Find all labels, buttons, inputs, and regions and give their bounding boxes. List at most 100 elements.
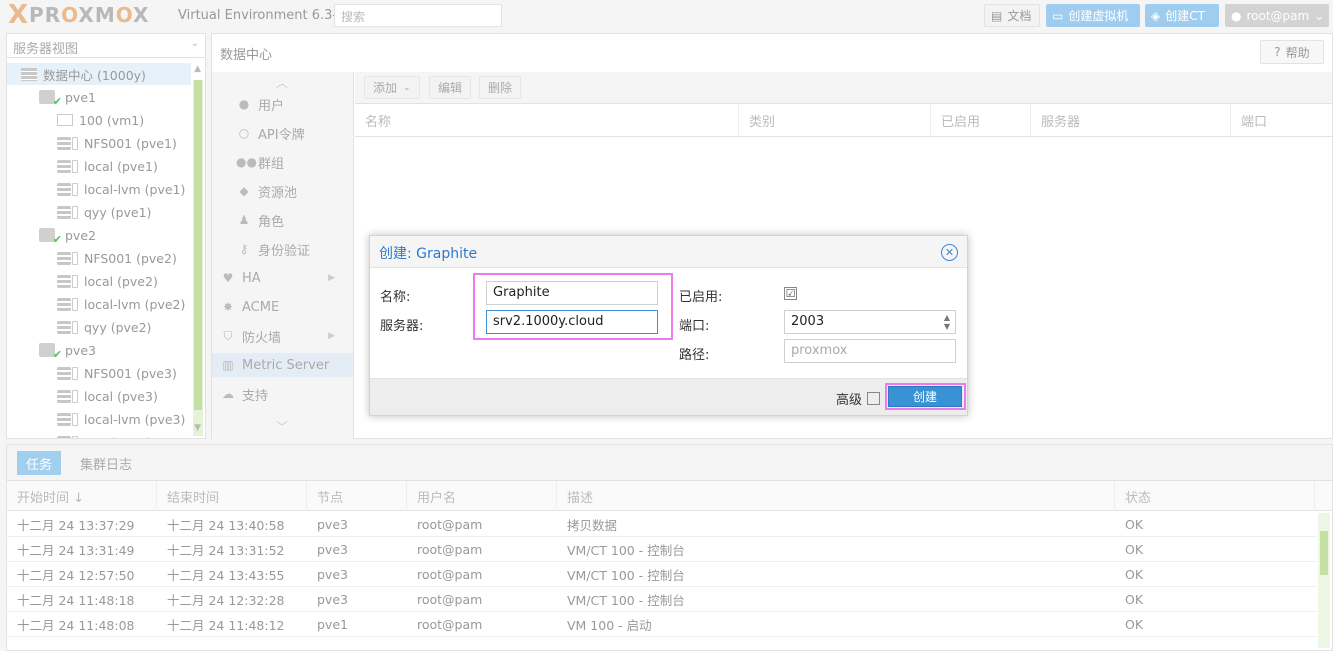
nav-item[interactable]: ○ API令牌 (212, 121, 353, 145)
cell-start: 十二月 24 13:37:29 (17, 518, 135, 533)
tree-item-storage[interactable]: qyy (pve2) (7, 316, 151, 338)
table-row[interactable]: 十二月 24 11:48:18 十二月 24 12:32:28 pve3 root@p… (7, 587, 1317, 612)
nav-item[interactable]: ● 用户 (212, 92, 353, 116)
tree-item-storage[interactable]: local-lvm (pve1) (7, 178, 185, 200)
scroll-down-icon[interactable]: ▼ (194, 423, 201, 433)
tree-item-label: pve1 (65, 89, 96, 105)
nav-item[interactable]: ●● 群组 (212, 150, 353, 174)
tree-item-label: local-lvm (pve1) (84, 181, 186, 197)
tree-item-storage[interactable]: local-lvm (pve3) (7, 408, 185, 430)
nav-item-label: 身份验证 (258, 243, 311, 259)
database-icon (57, 182, 71, 196)
nav-item[interactable]: ✸ ACME (212, 295, 353, 319)
nav-item[interactable]: ☁ 支持 (212, 382, 353, 406)
tree-item-storage[interactable]: NFS001 (pve2) (7, 247, 177, 269)
create-vm-button[interactable]: ▭ 创建虚拟机 (1046, 4, 1140, 27)
tree-item-storage[interactable]: local (pve3) (7, 385, 158, 407)
advanced-label: 高级 (836, 393, 863, 408)
port-stepper[interactable]: 2003 ▲ ▼ (784, 310, 956, 334)
cell-user: root@pam (417, 542, 483, 557)
nav-item-label: 防火墙 (242, 330, 282, 346)
tree-scrollbar[interactable] (193, 80, 203, 436)
nav-scroll-up-icon[interactable]: ︿ (276, 74, 288, 91)
delete-button[interactable]: 删除 (479, 76, 522, 99)
tree-item-node[interactable]: pve1 (7, 86, 96, 108)
docs-button[interactable]: ▤ 文档 (984, 4, 1040, 27)
cell-node: pve3 (317, 517, 348, 532)
server-label: 服务器: (380, 319, 424, 334)
comments-icon: ☁ (222, 387, 234, 401)
cell-status: OK (1125, 542, 1144, 557)
column-header[interactable]: 开始时间 ↓ (7, 481, 157, 511)
tree-item-storage[interactable]: qyy (pve3) (7, 431, 151, 438)
tree-item-datacenter[interactable]: 数据中心 (1000y) (7, 63, 191, 85)
tree-scroll-thumb[interactable] (194, 80, 202, 410)
tree-item-storage[interactable]: NFS001 (pve1) (7, 132, 177, 154)
tree-item-storage[interactable]: local (pve2) (7, 270, 158, 292)
tree-item-storage[interactable]: qyy (pve1) (7, 201, 151, 223)
tab-cluster-log[interactable]: 集群日志 (71, 451, 141, 475)
user-icon: ● (238, 97, 250, 111)
close-icon[interactable]: ✕ (941, 244, 958, 261)
cell-user: root@pam (417, 592, 483, 607)
nav-item[interactable]: ♥ HA ▶ (212, 266, 353, 290)
tree-item-node[interactable]: pve3 (7, 339, 96, 361)
nav-item-label: 群组 (258, 156, 285, 172)
column-header[interactable]: 端口 (1231, 104, 1331, 137)
nav-item[interactable]: ▥ Metric Server (212, 353, 353, 377)
tree-item-vm[interactable]: 100 (vm1) (7, 109, 144, 131)
tree-item-label: NFS001 (pve3) (84, 365, 177, 381)
column-header[interactable]: 已启用 (931, 104, 1031, 137)
column-header[interactable]: 服务器 (1031, 104, 1231, 137)
column-header[interactable]: 结束时间 (157, 481, 307, 511)
chevron-right-icon: ▶ (328, 273, 335, 283)
table-row[interactable]: 十二月 24 13:31:49 十二月 24 13:31:52 pve3 root@p… (7, 537, 1317, 562)
table-row[interactable]: 十二月 24 11:48:08 十二月 24 11:48:12 pve1 root@p… (7, 612, 1317, 637)
add-button[interactable]: 添加 ⌄ (364, 76, 420, 99)
nav-item[interactable]: ◆ 资源池 (212, 179, 353, 203)
column-header[interactable]: 类别 (739, 104, 931, 137)
cell-user: root@pam (417, 567, 483, 582)
bar-chart-icon: ▥ (222, 358, 234, 372)
name-label: 名称: (380, 290, 411, 305)
enabled-label: 已启用: (679, 290, 723, 305)
search-input[interactable]: 搜索 (334, 4, 502, 27)
tree-item-storage[interactable]: local (pve1) (7, 155, 158, 177)
tree-item-storage[interactable]: local-lvm (pve2) (7, 293, 185, 315)
tree-item-storage[interactable]: NFS001 (pve3) (7, 362, 177, 384)
cell-start: 十二月 24 12:57:50 (17, 568, 135, 583)
help-button[interactable]: ? 帮助 (1260, 40, 1324, 64)
scroll-up-icon[interactable]: ▲ (194, 64, 201, 74)
nav-item[interactable]: ⚷ 身份验证 (212, 237, 353, 261)
proxmox-logo: X PROXMOX (8, 2, 150, 28)
tab-tasks[interactable]: 任务 (17, 451, 62, 475)
log-scroll-thumb[interactable] (1320, 531, 1328, 575)
edit-button[interactable]: 编辑 (429, 76, 472, 99)
tree-item-node[interactable]: pve2 (7, 224, 96, 246)
cell-desc: VM 100 - 启动 (567, 618, 652, 633)
table-row[interactable]: 十二月 24 12:57:50 十二月 24 13:43:55 pve3 root@p… (7, 562, 1317, 587)
database-icon (57, 320, 71, 334)
create-ct-button[interactable]: ◈ 创建CT (1145, 4, 1219, 27)
log-scrollbar[interactable] (1318, 513, 1330, 648)
column-header[interactable]: 节点 (307, 481, 407, 511)
table-row[interactable]: 十二月 24 13:37:29 十二月 24 13:40:58 pve3 root@p… (7, 512, 1317, 537)
nav-item[interactable]: ⛉ 防火墙 ▶ (212, 324, 353, 348)
chevron-down-icon: ⌄ (190, 38, 199, 49)
advanced-checkbox[interactable] (867, 392, 880, 405)
logo-wordmark: PROXMOX (29, 3, 150, 27)
create-button[interactable]: 创建 (888, 386, 962, 407)
column-header[interactable]: 状态 (1115, 481, 1315, 511)
view-selector[interactable]: 服务器视图 ⌄ (7, 34, 205, 58)
column-header[interactable]: 用户名 (407, 481, 557, 511)
log-panel: 任务 集群日志 开始时间 ↓ 结束时间 节点 用户名 描述 状态 十二月 24 … (6, 444, 1333, 651)
path-field[interactable]: proxmox (784, 339, 956, 363)
spinner-icon[interactable]: ▲ ▼ (944, 313, 950, 331)
user-menu-button[interactable]: ● root@pam ⌄ (1225, 4, 1329, 27)
nav-item[interactable]: ♟ 角色 (212, 208, 353, 232)
column-header[interactable]: 名称 (355, 104, 739, 137)
enabled-checkbox[interactable]: ☑ (784, 287, 797, 300)
cell-desc: VM/CT 100 - 控制台 (567, 543, 685, 558)
column-header[interactable]: 描述 (557, 481, 1115, 511)
nav-scroll-down-icon[interactable]: ﹀ (276, 418, 288, 435)
